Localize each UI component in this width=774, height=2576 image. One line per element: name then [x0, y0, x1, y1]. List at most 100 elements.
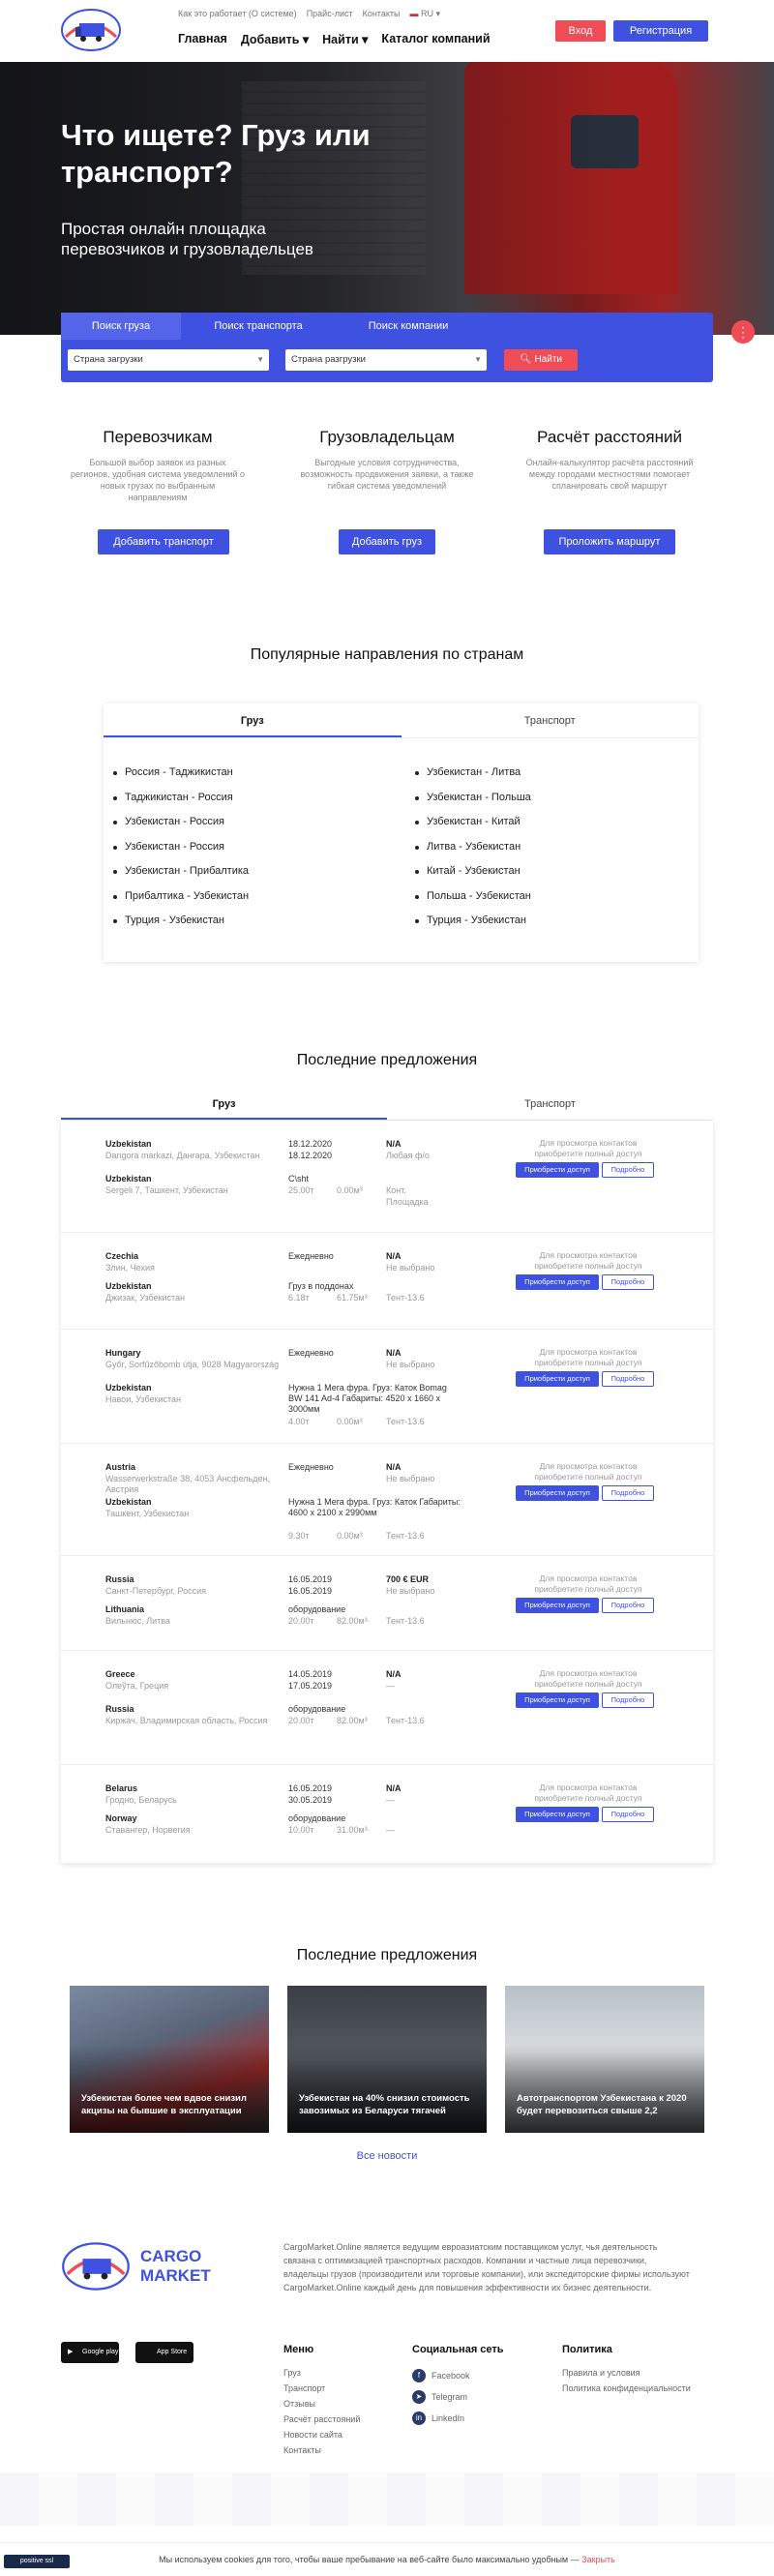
offer-body: Тент-13.6: [386, 1716, 425, 1725]
list-item[interactable]: Узбекистан - Прибалтика: [113, 865, 249, 890]
buy-access-button[interactable]: Приобрести доступ: [516, 1162, 599, 1178]
offer-from-address: Олеўта, Греция: [105, 1681, 169, 1691]
list-item[interactable]: Узбекистан - Россия: [113, 841, 249, 866]
top-link-price[interactable]: Прайс-лист: [307, 9, 353, 19]
news-card[interactable]: Узбекистан более чем вдвое снизил акцизы…: [70, 1986, 269, 2133]
list-item[interactable]: Россия - Таджикистан: [113, 766, 249, 792]
side-menu-fab[interactable]: ⋮: [731, 320, 755, 344]
tab-popular-transport[interactable]: Транспорт: [402, 704, 700, 737]
social-telegram[interactable]: ➤ Telegram: [412, 2386, 504, 2408]
offer-weight: 25.00т: [288, 1185, 314, 1195]
tab-offers-transport[interactable]: Транспорт: [387, 1090, 713, 1120]
list-item[interactable]: Прибалтика - Узбекистан: [113, 890, 249, 915]
details-button[interactable]: Подробно: [602, 1485, 654, 1501]
login-button[interactable]: Вход: [555, 20, 606, 42]
from-country-select[interactable]: Страна загрузки ▼: [68, 349, 269, 371]
tab-popular-cargo[interactable]: Груз: [104, 704, 402, 737]
offer-cargo: оборудование: [288, 1704, 346, 1714]
list-item[interactable]: Таджикистан - Россия: [113, 792, 249, 817]
footer-link[interactable]: Транспорт: [283, 2381, 360, 2396]
list-item[interactable]: Китай - Узбекистан: [415, 865, 531, 890]
offer-to-address: Ташкент, Узбекистан: [105, 1509, 190, 1518]
hero-banner: Что ищете? Груз или транспорт? Простая о…: [0, 62, 774, 335]
offer-payment: Не выбрано: [386, 1586, 435, 1596]
social-facebook[interactable]: f Facebook: [412, 2365, 504, 2386]
access-note: Для просмотра контактов приобретите полн…: [534, 1573, 642, 1594]
nav-add[interactable]: Добавить ▾: [241, 32, 309, 46]
nav-add-label: Добавить: [240, 33, 300, 46]
footer-logo[interactable]: [61, 2240, 131, 2292]
buy-access-button[interactable]: Приобрести доступ: [516, 1807, 599, 1822]
social-linkedin[interactable]: in LinkedIn: [412, 2408, 504, 2429]
list-item[interactable]: Литва - Узбекистан: [415, 841, 531, 866]
news-card[interactable]: Узбекистан на 40% снизил стоимость завоз…: [287, 1986, 487, 2133]
offer-price: N/A: [386, 1251, 402, 1261]
cargo-market-logo[interactable]: [60, 8, 122, 52]
flag-icon: ▬: [409, 9, 419, 18]
footer-link[interactable]: Отзывы: [283, 2396, 360, 2411]
register-button[interactable]: Регистрация: [613, 20, 708, 42]
table-row: Czechia Злин, Чехия Uzbekistan Джизак, У…: [61, 1233, 713, 1330]
buy-access-button[interactable]: Приобрести доступ: [516, 1692, 599, 1708]
news-card[interactable]: Автотранспортом Узбекистана к 2020 будет…: [505, 1986, 704, 2133]
google-play-button[interactable]: ▶ Google play: [61, 2342, 119, 2363]
footer-link[interactable]: Груз: [283, 2365, 360, 2381]
details-button[interactable]: Подробно: [602, 1162, 654, 1178]
social-label: Telegram: [432, 2392, 468, 2402]
offer-price: 700 € EUR: [386, 1574, 430, 1584]
list-item[interactable]: Узбекистан - Китай: [415, 816, 531, 841]
app-store-button[interactable]: App Store: [135, 2342, 194, 2363]
top-links: Как это работает (О системе) Прайс-лист …: [178, 9, 440, 19]
cookie-close-link[interactable]: Закрыть: [581, 2555, 615, 2564]
add-cargo-button[interactable]: Добавить груз: [339, 529, 435, 554]
offer-cargo: Нужна 1 Мега фура. Груз: Каток Bomag BW …: [288, 1383, 447, 1414]
all-news-link[interactable]: Все новости: [0, 2150, 774, 2162]
buy-access-button[interactable]: Приобрести доступ: [516, 1598, 599, 1613]
details-button[interactable]: Подробно: [602, 1274, 654, 1290]
language-select[interactable]: ▬ RU ▾: [409, 9, 440, 19]
footer-link[interactable]: Контакты: [283, 2442, 360, 2458]
buy-access-button[interactable]: Приобрести доступ: [516, 1371, 599, 1387]
popular-list-right: Узбекистан - Литва Узбекистан - Польша У…: [415, 766, 531, 940]
main-nav: Главная Добавить ▾ Найти ▾ Каталог компа…: [178, 32, 491, 46]
list-item[interactable]: Турция - Узбекистан: [113, 914, 249, 940]
to-country-select[interactable]: Страна разгрузки ▼: [285, 349, 487, 371]
list-item[interactable]: Узбекистан - Польша: [415, 792, 531, 817]
tab-search-transport[interactable]: Поиск транспорта: [181, 313, 336, 340]
tab-offers-cargo[interactable]: Груз: [61, 1090, 387, 1120]
offer-payment: Любая ф/о: [386, 1151, 430, 1160]
tab-search-cargo[interactable]: Поиск груза: [61, 313, 181, 340]
top-link-contacts[interactable]: Контакты: [363, 9, 401, 19]
social-label: Facebook: [432, 2371, 470, 2381]
top-link-how[interactable]: Как это работает (О системе): [178, 9, 297, 19]
table-row: Uzbekistan Dangora markazi, Дангара, Узб…: [61, 1121, 713, 1233]
nav-find[interactable]: Найти ▾: [322, 32, 368, 46]
details-button[interactable]: Подробно: [602, 1598, 654, 1613]
offer-date-to: 16.05.2019: [288, 1586, 333, 1596]
route-button[interactable]: Проложить маршрут: [544, 529, 675, 554]
buy-access-button[interactable]: Приобрести доступ: [516, 1485, 599, 1501]
feature-shippers: Грузовладельцам Выгодные условия сотрудн…: [290, 428, 484, 554]
tab-search-company[interactable]: Поиск компании: [336, 313, 481, 340]
find-button[interactable]: 🔍︎ Найти: [504, 349, 578, 371]
offer-cargo: Нужна 1 Мега фура. Груз: Каток Габариты:…: [288, 1497, 461, 1517]
add-transport-button[interactable]: Добавить транспорт: [98, 529, 229, 554]
footer-link[interactable]: Правила и условия: [562, 2365, 691, 2381]
list-item[interactable]: Узбекистан - Россия: [113, 816, 249, 841]
list-item[interactable]: Польша - Узбекистан: [415, 890, 531, 915]
list-item[interactable]: Турция - Узбекистан: [415, 914, 531, 940]
footer-link[interactable]: Политика конфиденциальности: [562, 2381, 691, 2396]
details-button[interactable]: Подробно: [602, 1371, 654, 1387]
details-button[interactable]: Подробно: [602, 1807, 654, 1822]
footer-link[interactable]: Новости сайта: [283, 2427, 360, 2442]
dropdown-arrow-icon: ▼: [474, 355, 482, 364]
nav-catalog[interactable]: Каталог компаний: [381, 32, 490, 46]
nav-home[interactable]: Главная: [178, 32, 227, 46]
list-item[interactable]: Узбекистан - Литва: [415, 766, 531, 792]
access-note: Для просмотра контактов приобретите полн…: [534, 1347, 642, 1367]
offer-date-from: Ежедневно: [288, 1251, 334, 1261]
offer-date-from: 16.05.2019: [288, 1783, 333, 1793]
footer-link[interactable]: Расчёт расстояний: [283, 2411, 360, 2427]
details-button[interactable]: Подробно: [602, 1692, 654, 1708]
buy-access-button[interactable]: Приобрести доступ: [516, 1274, 599, 1290]
